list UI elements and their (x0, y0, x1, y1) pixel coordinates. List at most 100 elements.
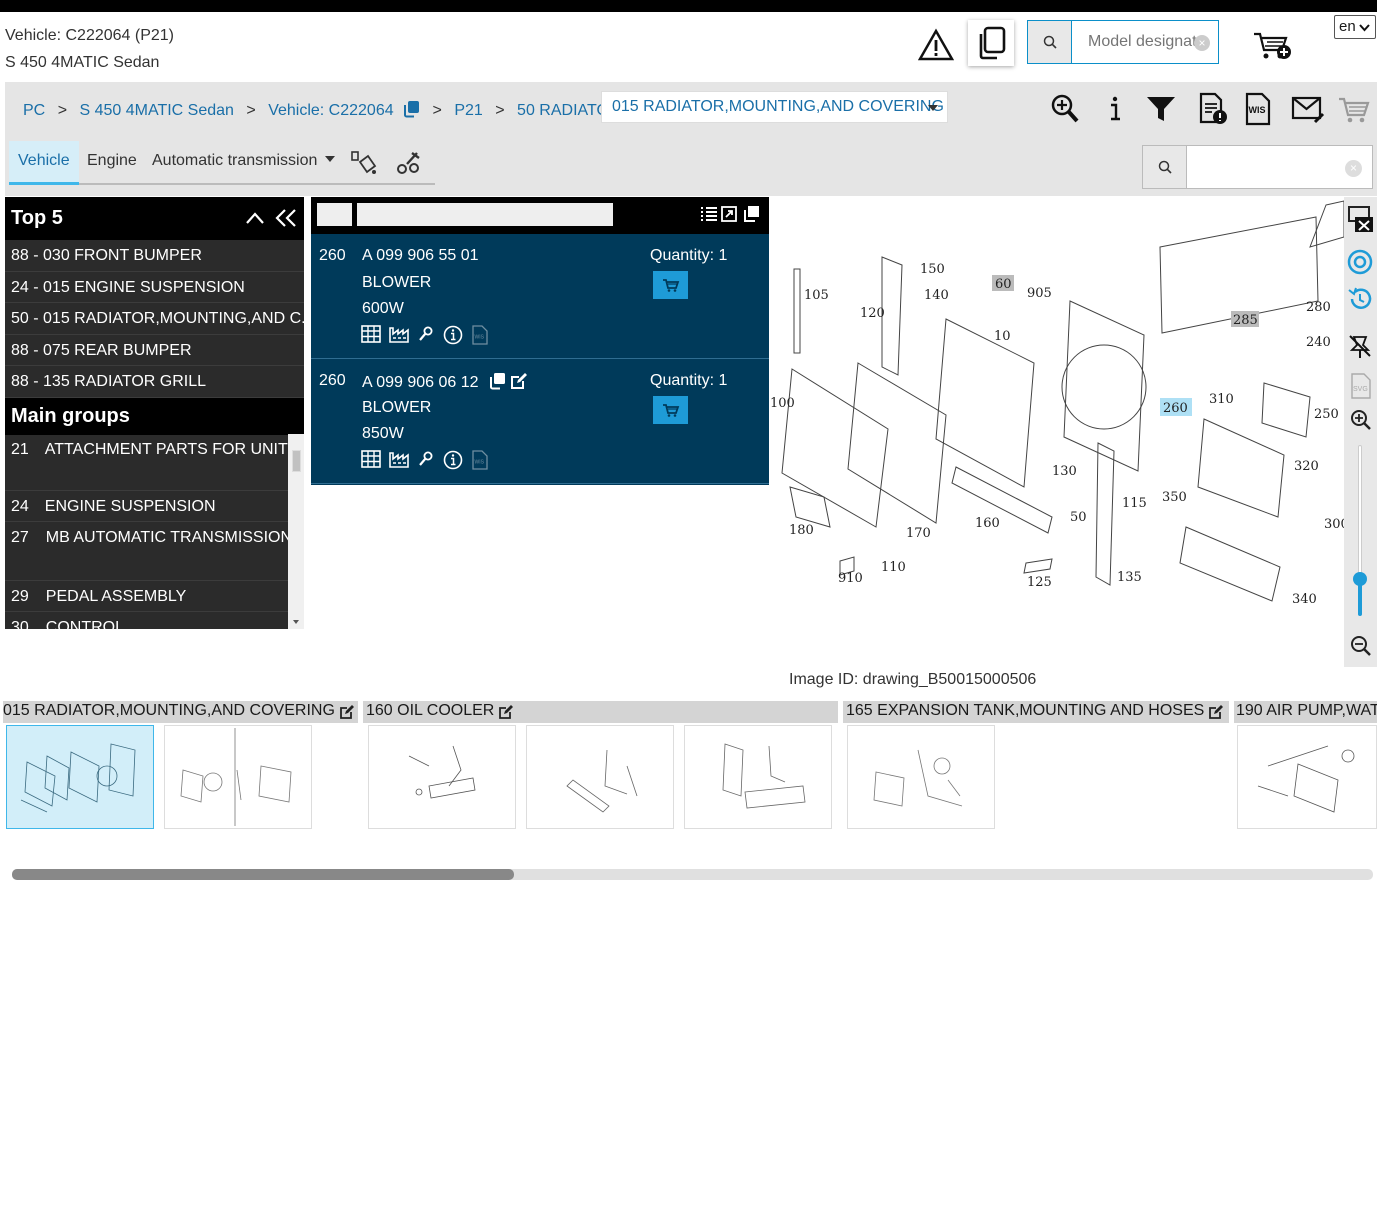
main-group-item[interactable]: 21 ATTACHMENT PARTS FOR UNITS (5, 434, 298, 491)
copy-icon[interactable] (402, 100, 420, 118)
wis-icon[interactable]: WIS (471, 450, 489, 470)
edit-icon[interactable] (1208, 704, 1224, 720)
drawing-thumbnail[interactable] (847, 725, 995, 829)
collapse-panel-icon[interactable] (275, 208, 297, 228)
exploded-parts-drawing[interactable]: 105 120 150 140 60 905 10 280 285 240 26… (770, 197, 1344, 617)
callout[interactable]: 240 (1306, 335, 1331, 350)
list-icon[interactable] (700, 206, 718, 222)
zoom-slider[interactable] (1353, 445, 1367, 616)
search-button[interactable] (1143, 146, 1187, 188)
callout[interactable]: 110 (881, 560, 906, 575)
copy-button[interactable] (968, 20, 1014, 66)
scrollbar-thumb[interactable] (292, 450, 301, 472)
drawing-thumbnail[interactable] (684, 725, 832, 829)
tab-engine[interactable]: Engine (87, 141, 137, 185)
top5-item[interactable]: 24 - 015 ENGINE SUSPENSION (5, 272, 304, 304)
callout[interactable]: 160 (975, 516, 1000, 531)
callout[interactable]: 170 (906, 526, 931, 541)
callout[interactable]: 130 (1052, 464, 1077, 479)
close-drawing-icon[interactable] (1346, 205, 1374, 233)
wis-icon[interactable]: WIS (1242, 92, 1276, 126)
callout[interactable]: 910 (838, 571, 863, 586)
wrench-icon[interactable] (417, 450, 435, 468)
zoom-in-icon[interactable] (1349, 408, 1373, 432)
unpin-icon[interactable] (1346, 332, 1374, 360)
callout[interactable]: 320 (1294, 459, 1319, 474)
callout[interactable]: 125 (1027, 575, 1052, 590)
history-icon[interactable] (1346, 285, 1374, 313)
drawing-thumbnail[interactable] (6, 725, 154, 829)
info-icon[interactable] (1098, 92, 1132, 126)
part-row[interactable]: 260 A 099 906 55 01 BLOWER 600W Quantity… (311, 234, 769, 359)
paint-bucket-icon[interactable] (350, 150, 378, 176)
edit-icon[interactable] (339, 704, 355, 720)
drawing-thumbnail[interactable] (1237, 725, 1377, 829)
language-select[interactable]: en (1334, 15, 1376, 39)
filter-icon[interactable] (1144, 92, 1178, 126)
cart-add-icon[interactable] (1252, 28, 1292, 62)
main-group-item[interactable]: 27 MB AUTOMATIC TRANSMISSION (5, 522, 292, 581)
clear-icon[interactable]: × (1194, 35, 1210, 51)
main-group-item[interactable]: 24 ENGINE SUSPENSION (5, 491, 288, 522)
callout[interactable]: 120 (860, 306, 885, 321)
callout[interactable]: 250 (1314, 407, 1339, 422)
breadcrumb-pc[interactable]: PC (23, 102, 45, 120)
callout[interactable]: 285 (1233, 313, 1258, 328)
windows-icon[interactable] (742, 205, 760, 223)
add-to-cart-button[interactable] (653, 396, 688, 424)
cart-icon[interactable] (1337, 92, 1371, 126)
drawing-thumbnail[interactable] (164, 725, 312, 829)
callout[interactable]: 115 (1122, 496, 1147, 511)
chevron-up-icon[interactable] (245, 211, 265, 225)
callout[interactable]: 10 (994, 329, 1011, 344)
breadcrumb-model[interactable]: S 450 4MATIC Sedan (79, 102, 233, 120)
strip-group-header[interactable]: 165 EXPANSION TANK,MOUNTING AND HOSES (843, 701, 1229, 723)
callout[interactable]: 140 (924, 288, 949, 303)
drawing-thumbnail[interactable] (526, 725, 674, 829)
tab-vehicle[interactable]: Vehicle (9, 141, 79, 185)
wrench-icon[interactable] (417, 325, 435, 343)
document-alert-icon[interactable] (1196, 92, 1230, 126)
callout[interactable]: 280 (1306, 300, 1331, 315)
factory-icon[interactable] (389, 325, 409, 343)
svg-export-icon[interactable]: SVG (1349, 373, 1373, 399)
thumbnail-scrollbar[interactable] (12, 869, 1373, 880)
info-icon[interactable] (443, 325, 463, 345)
edit-icon[interactable] (510, 372, 528, 390)
main-groups-scrollbar[interactable] (288, 434, 304, 629)
main-group-item[interactable]: 29 PEDAL ASSEMBLY (5, 581, 288, 612)
callout-highlighted[interactable]: 260 (1163, 401, 1188, 416)
strip-group-header[interactable]: 190 AIR PUMP,WAT (1234, 701, 1377, 723)
callout[interactable]: 60 (995, 277, 1012, 292)
callout[interactable]: 135 (1117, 570, 1142, 585)
part-row[interactable]: 260 A 099 906 06 12 BLOWER 850W Quantity… (311, 359, 769, 484)
top5-item[interactable]: 88 - 075 REAR BUMPER (5, 335, 304, 367)
callout[interactable]: 105 (804, 288, 829, 303)
wis-icon[interactable]: WIS (471, 325, 489, 345)
clear-icon[interactable]: × (1345, 160, 1362, 177)
zoom-slider-handle[interactable] (1353, 572, 1367, 586)
callout[interactable]: 150 (920, 262, 945, 277)
info-icon[interactable] (443, 450, 463, 470)
add-to-cart-button[interactable] (653, 271, 688, 299)
callout[interactable]: 300 (1324, 517, 1344, 532)
scroll-down-icon[interactable] (288, 617, 304, 627)
target-icon[interactable] (1346, 248, 1374, 276)
grid-icon[interactable] (361, 325, 381, 343)
edit-icon[interactable] (498, 704, 514, 720)
search-button[interactable] (1028, 21, 1072, 63)
top5-item[interactable]: 88 - 030 FRONT BUMPER (5, 240, 304, 272)
callout[interactable]: 350 (1162, 490, 1187, 505)
copy-icon[interactable] (488, 372, 506, 390)
expand-icon[interactable] (721, 206, 737, 222)
breadcrumb-p21[interactable]: P21 (454, 102, 482, 120)
callout[interactable]: 50 (1070, 510, 1087, 525)
callout[interactable]: 310 (1209, 392, 1234, 407)
factory-icon[interactable] (389, 450, 409, 468)
zoom-in-icon[interactable] (1048, 92, 1082, 126)
callout[interactable]: 100 (770, 396, 795, 411)
top5-item[interactable]: 88 - 135 RADIATOR GRILL (5, 366, 304, 398)
warning-icon[interactable] (917, 28, 955, 62)
strip-group-header[interactable]: 015 RADIATOR,MOUNTING,AND COVERING (3, 701, 358, 723)
tab-automatic-transmission[interactable]: Automatic transmission (152, 141, 335, 185)
